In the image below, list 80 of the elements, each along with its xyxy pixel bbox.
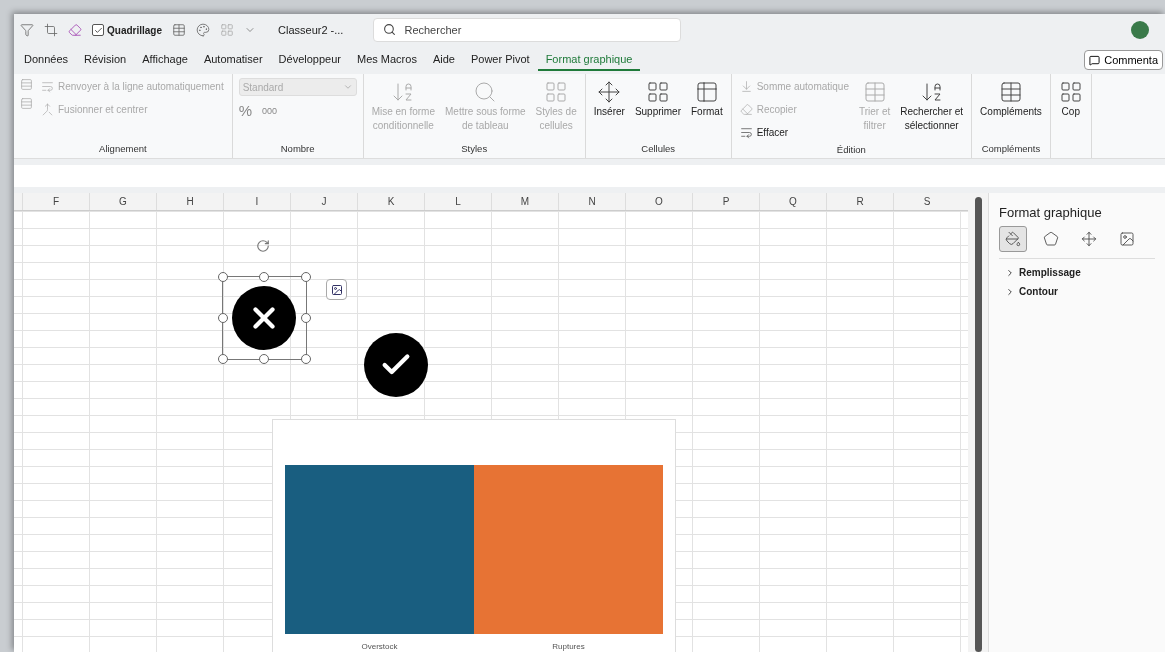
ribbon-tab[interactable]: Format graphique [537,49,641,71]
column-header[interactable]: L [424,193,491,210]
search-field[interactable]: Rechercher [373,18,682,42]
filter-icon[interactable] [20,23,34,37]
column-header[interactable]: H [156,193,223,210]
layout-options-button[interactable] [326,279,347,300]
rotate-handle-icon[interactable] [256,239,270,253]
ribbon-tab[interactable]: Révision [76,49,135,71]
check-icon [93,25,103,35]
eraser-icon[interactable] [68,23,82,37]
ribbon-tab[interactable]: Mes Macros [349,49,425,71]
chart-area[interactable]: Overstock Ruptures [272,419,676,652]
picture-icon [1119,231,1135,247]
align-icon[interactable] [20,97,33,110]
ribbon-icon [544,80,569,104]
column-header[interactable]: P [692,193,759,210]
group-label: Compléments [980,142,1042,156]
pentagon-icon [1043,231,1059,247]
ribbon-icon [694,80,719,104]
ribbon-large-button[interactable]: Rechercher et sélectionner [898,78,966,134]
column-header[interactable]: Q [759,193,826,210]
ribbon-button[interactable]: Effacer [737,124,851,141]
group-label: Styles [460,142,489,156]
axis-label: Overstock [360,642,399,651]
ribbon-icon [1058,80,1083,104]
axis-label: Ruptures [551,642,586,651]
ribbon-large-button[interactable]: Compléments [978,78,1044,120]
ribbon-tab[interactable]: Power Pivot [462,49,538,71]
ribbon-tab[interactable]: Données [16,49,77,71]
column-header[interactable]: K [357,193,424,210]
ribbon-tab[interactable]: Automatiser [195,49,271,71]
comments-button[interactable]: Commenta [1084,50,1163,70]
column-header[interactable]: R [826,193,893,210]
ribbon-icon [739,80,753,93]
gridlines-checkbox[interactable]: Quadrillage [92,24,162,36]
pane-section[interactable]: Remplissage [999,267,1081,278]
pane-tab[interactable] [999,226,1027,252]
ribbon-icon [998,80,1023,104]
worksheet-grid[interactable]: Overstock Ruptures [14,211,968,652]
ribbon-icon [739,126,753,139]
column-header[interactable]: J [290,193,357,210]
ribbon-icon [739,103,753,116]
pane-section[interactable]: Contour [999,286,1058,297]
paint-bucket-icon [1005,231,1021,247]
column-header[interactable]: M [491,193,558,210]
check-circle-icon[interactable] [364,333,428,397]
column-header[interactable]: G [89,193,156,210]
ribbon-icon [41,103,54,116]
caret-icon [342,82,353,92]
column-header[interactable]: O [625,193,692,210]
ribbon-tab[interactable]: Aide [424,49,463,71]
column-header[interactable]: I [223,193,290,210]
ribbon-large-button[interactable]: Cop [1056,78,1085,120]
ribbon-icon [645,80,670,104]
document-title: Classeur2 -... [278,24,344,36]
ribbon-large-button[interactable]: Format [689,78,725,120]
ribbon-icon [862,80,887,104]
ribbon-large-button[interactable]: Supprimer [632,78,683,120]
pane-title: Format graphique [999,205,1103,220]
column-header[interactable]: N [558,193,625,210]
avatar[interactable] [1131,21,1149,39]
picture-icon [330,283,343,296]
ribbon-icon [597,80,622,104]
ribbon-tab[interactable]: Affichage [134,49,196,71]
group-label: Nombre [279,142,316,156]
chevron-right-icon [1005,286,1015,297]
group-label: Alignement [98,142,148,156]
align-icon[interactable] [20,78,33,91]
palette-icon[interactable] [196,23,210,37]
ribbon-icon [41,80,54,93]
column-header[interactable]: S [893,193,960,210]
chevron-right-icon [1005,267,1015,278]
search-icon [383,23,397,36]
vertical-scrollbar[interactable] [968,193,988,652]
comment-icon [1089,54,1101,66]
group-label: Édition [835,143,867,157]
ribbon-tab[interactable]: Développeur [270,49,349,71]
column-header[interactable]: F [22,193,89,210]
ribbon-large-button[interactable]: Insérer [591,78,627,120]
group-label: Cellules [640,142,677,156]
